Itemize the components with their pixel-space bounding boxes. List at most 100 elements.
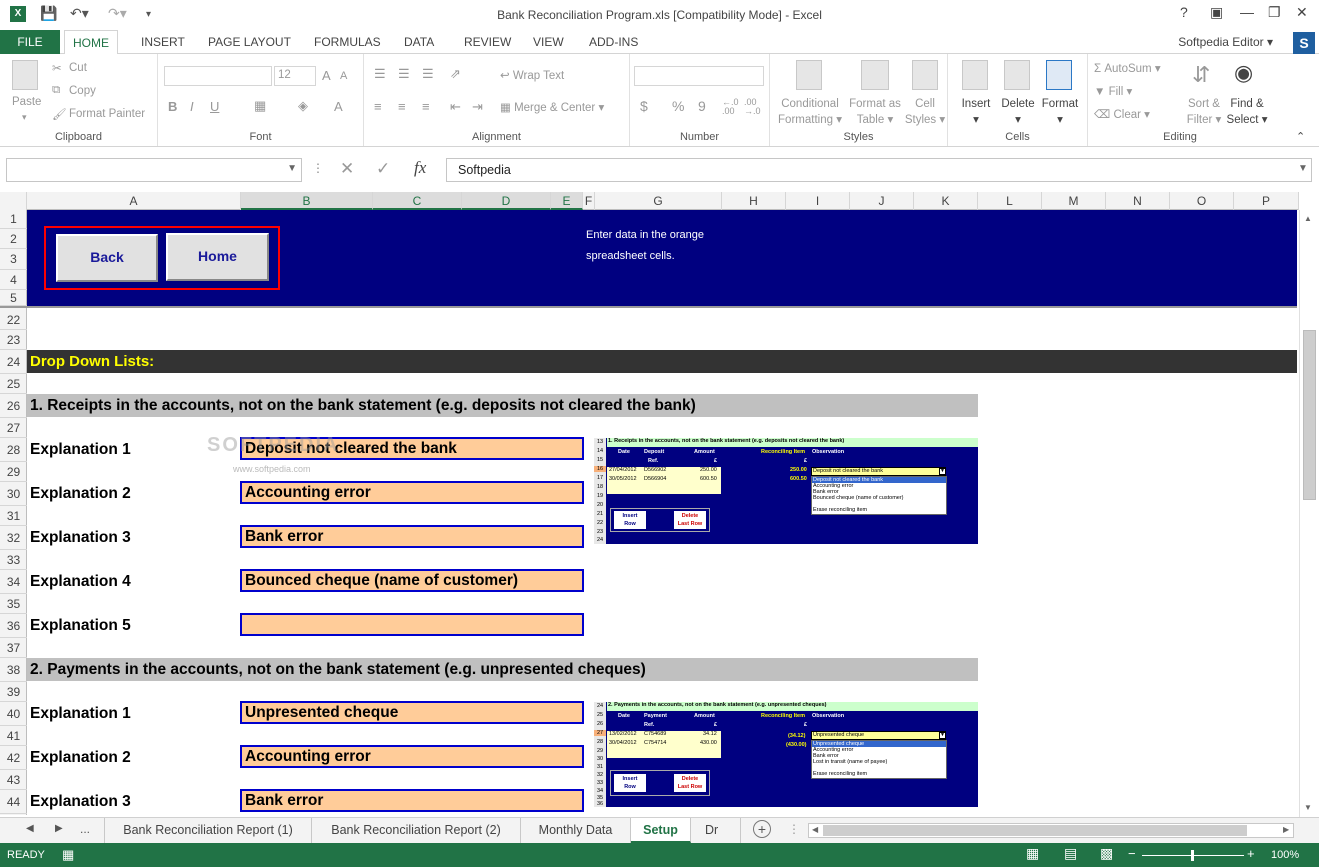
formula-input[interactable]: Softpedia (446, 158, 1312, 182)
increase-indent-icon[interactable]: ⇥ (472, 99, 483, 115)
column-header-b[interactable]: B (241, 192, 373, 210)
merge-center-button[interactable]: ▦ Merge & Center ▾ (500, 100, 604, 114)
hscroll-left-icon[interactable]: ◀ (812, 825, 818, 834)
sheet-tab[interactable]: Monthly Data (521, 818, 631, 843)
column-header-i[interactable]: I (786, 192, 850, 210)
align-right-icon[interactable]: ≡ (422, 99, 430, 114)
select-all-button[interactable] (0, 192, 27, 210)
row-header[interactable]: 39 (0, 682, 27, 702)
row-header[interactable]: 2 (0, 229, 27, 249)
page-layout-view-icon[interactable]: ▤ (1064, 845, 1077, 862)
hscroll-right-icon[interactable]: ▶ (1283, 825, 1289, 834)
scroll-thumb[interactable] (1303, 330, 1316, 500)
row-header[interactable]: 1 (0, 210, 27, 229)
home-button[interactable]: Home (166, 233, 269, 281)
insert-cells-button[interactable]: Insert ▾ (960, 96, 992, 128)
copy-button[interactable]: Copy (69, 85, 96, 97)
sort-filter-button[interactable]: Sort & Filter ▾ (1184, 96, 1224, 128)
column-header-o[interactable]: O (1170, 192, 1234, 210)
italic-button[interactable]: I (190, 99, 194, 114)
sheet-tab[interactable]: Bank Reconciliation Report (2) (312, 818, 521, 843)
tab-home[interactable]: HOME (64, 30, 118, 55)
explanation-input[interactable] (240, 613, 584, 636)
grow-font-button[interactable]: A (322, 68, 331, 83)
column-header-c[interactable]: C (373, 192, 462, 210)
explanation-input[interactable]: Accounting error (240, 745, 584, 768)
borders-icon[interactable]: ▦ (254, 98, 266, 114)
explanation-input[interactable]: Bounced cheque (name of customer) (240, 569, 584, 592)
orientation-icon[interactable]: ⇗ (450, 66, 461, 82)
scroll-down-icon[interactable]: ▼ (1304, 803, 1312, 812)
name-box-dropdown-icon[interactable]: ▼ (287, 163, 297, 174)
autosum-button[interactable]: Σ AutoSum ▾ (1094, 61, 1161, 75)
cancel-entry-icon[interactable]: ✕ (340, 159, 354, 179)
row-header[interactable]: 3 (0, 249, 27, 270)
close-button[interactable]: ✕ (1296, 4, 1308, 21)
paste-button[interactable]: Paste (12, 96, 41, 108)
tab-page-layout[interactable]: PAGE LAYOUT (208, 35, 291, 49)
tab-formulas[interactable]: FORMULAS (314, 35, 381, 49)
align-left-icon[interactable]: ≡ (374, 99, 382, 114)
row-header[interactable]: 4 (0, 270, 27, 290)
row-header[interactable]: 23 (0, 330, 27, 350)
paste-icon[interactable] (12, 60, 38, 90)
align-bottom-icon[interactable]: ☰ (422, 66, 434, 82)
tab-view[interactable]: VIEW (533, 35, 564, 49)
horizontal-scrollbar[interactable]: ◀ ▶ (808, 823, 1294, 838)
scroll-tabs-right-icon[interactable]: ▶ (55, 823, 63, 834)
row-header[interactable]: 40 (0, 702, 27, 726)
increase-decimal-icon[interactable]: ←.0.00 (722, 98, 739, 116)
scroll-tabs-left-icon[interactable]: ◀ (26, 823, 34, 834)
find-select-button[interactable]: Find & Select ▾ (1226, 96, 1268, 128)
row-header[interactable]: 5 (0, 290, 27, 306)
explanation-input[interactable]: Bank error (240, 789, 584, 812)
row-header[interactable]: 41 (0, 726, 27, 746)
fill-color-icon[interactable]: ◈ (298, 98, 308, 114)
tab-data[interactable]: DATA (404, 35, 434, 49)
back-button[interactable]: Back (56, 234, 158, 282)
sheet-tab-active[interactable]: Setup (631, 818, 691, 843)
row-header[interactable]: 31 (0, 506, 27, 526)
page-break-view-icon[interactable]: ▩ (1100, 845, 1113, 862)
wrap-text-button[interactable]: ↩ Wrap Text (500, 68, 564, 82)
scroll-up-icon[interactable]: ▲ (1304, 214, 1312, 223)
clear-button[interactable]: ⌫ Clear ▾ (1094, 107, 1150, 121)
column-header-l[interactable]: L (978, 192, 1042, 210)
font-name-combo[interactable] (164, 66, 272, 86)
row-header[interactable]: 27 (0, 418, 27, 438)
row-header[interactable]: 33 (0, 550, 27, 570)
underline-button[interactable]: U (210, 99, 219, 114)
row-header[interactable]: 34 (0, 570, 27, 594)
minimize-button[interactable]: — (1240, 4, 1254, 20)
row-header[interactable]: 26 (0, 394, 27, 418)
expand-formula-bar-icon[interactable]: ▼ (1298, 163, 1308, 174)
align-center-icon[interactable]: ≡ (398, 99, 406, 114)
row-header[interactable]: 43 (0, 770, 27, 790)
sheet-tab[interactable]: Bank Reconciliation Report (1) (104, 818, 312, 843)
align-top-icon[interactable]: ☰ (374, 66, 386, 82)
decrease-indent-icon[interactable]: ⇤ (450, 99, 461, 115)
tab-insert[interactable]: INSERT (141, 35, 185, 49)
sheet-tab[interactable]: Dr (691, 818, 741, 843)
number-format-combo[interactable] (634, 66, 764, 86)
currency-button[interactable]: $ (640, 98, 648, 114)
zoom-in-icon[interactable]: + (1247, 846, 1255, 861)
column-header-e[interactable]: E (551, 192, 583, 210)
explanation-input[interactable]: Accounting error (240, 481, 584, 504)
column-header-j[interactable]: J (850, 192, 914, 210)
hscroll-thumb[interactable] (823, 825, 1247, 836)
explanation-input[interactable]: Bank error (240, 525, 584, 548)
insert-function-button[interactable]: fx (414, 158, 426, 178)
row-header[interactable]: 29 (0, 462, 27, 482)
row-header[interactable]: 44 (0, 790, 27, 814)
column-header-f[interactable]: F (583, 192, 595, 210)
new-sheet-button[interactable]: + (753, 820, 771, 838)
align-middle-icon[interactable]: ☰ (398, 66, 410, 82)
restore-button[interactable]: ❐ (1268, 4, 1281, 21)
zoom-slider-thumb[interactable] (1191, 850, 1194, 861)
row-header[interactable]: 42 (0, 746, 27, 770)
help-button[interactable]: ? (1180, 4, 1188, 20)
shrink-font-button[interactable]: A (340, 70, 347, 82)
column-header-g[interactable]: G (595, 192, 722, 210)
format-painter-button[interactable]: Format Painter (69, 108, 145, 120)
